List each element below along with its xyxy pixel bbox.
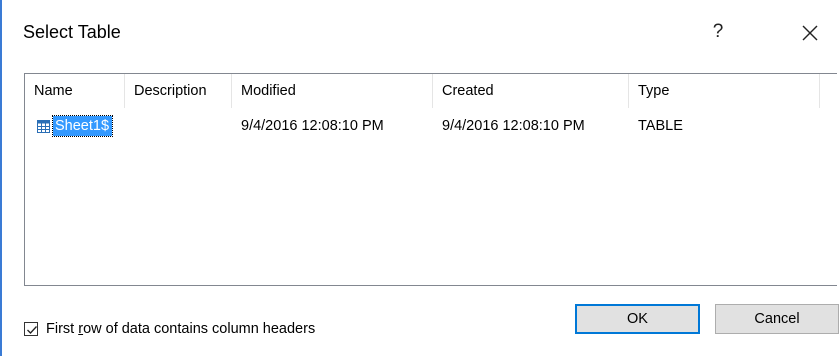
list-header: Name Description Modified Created Type (25, 74, 837, 108)
help-button[interactable]: ? (706, 20, 730, 44)
first-row-headers-checkbox[interactable] (24, 322, 38, 336)
close-icon (802, 25, 818, 41)
column-divider[interactable] (819, 74, 820, 108)
table-row[interactable]: Sheet1$ 9/4/2016 12:08:10 PM 9/4/2016 12… (25, 114, 837, 138)
column-header-description[interactable]: Description (125, 74, 231, 108)
column-header-modified[interactable]: Modified (232, 74, 432, 108)
column-header-type[interactable]: Type (629, 74, 819, 108)
row-type-cell: TABLE (638, 118, 683, 134)
checkbox-label[interactable]: First row of data contains column header… (46, 321, 315, 337)
first-row-headers-option[interactable]: First row of data contains column header… (24, 318, 315, 340)
row-name-cell[interactable]: Sheet1$ (37, 114, 114, 138)
checkbox-label-prefix: First (46, 321, 79, 337)
table-icon (37, 119, 50, 133)
column-header-created[interactable]: Created (433, 74, 628, 108)
close-button[interactable] (796, 19, 824, 47)
column-header-name[interactable]: Name (25, 74, 124, 108)
dialog-title: Select Table (23, 22, 121, 42)
checkmark-icon (27, 326, 37, 334)
row-modified-cell: 9/4/2016 12:08:10 PM (241, 118, 384, 134)
cancel-button[interactable]: Cancel (715, 304, 839, 334)
title-bar: Select Table ? (0, 0, 839, 62)
row-created-cell: 9/4/2016 12:08:10 PM (442, 118, 585, 134)
row-name-label[interactable]: Sheet1$ (51, 115, 114, 137)
table-list[interactable]: Name Description Modified Created Type S… (24, 73, 837, 286)
checkbox-label-suffix: ow of data contains column headers (83, 321, 316, 337)
ok-button[interactable]: OK (575, 304, 700, 334)
